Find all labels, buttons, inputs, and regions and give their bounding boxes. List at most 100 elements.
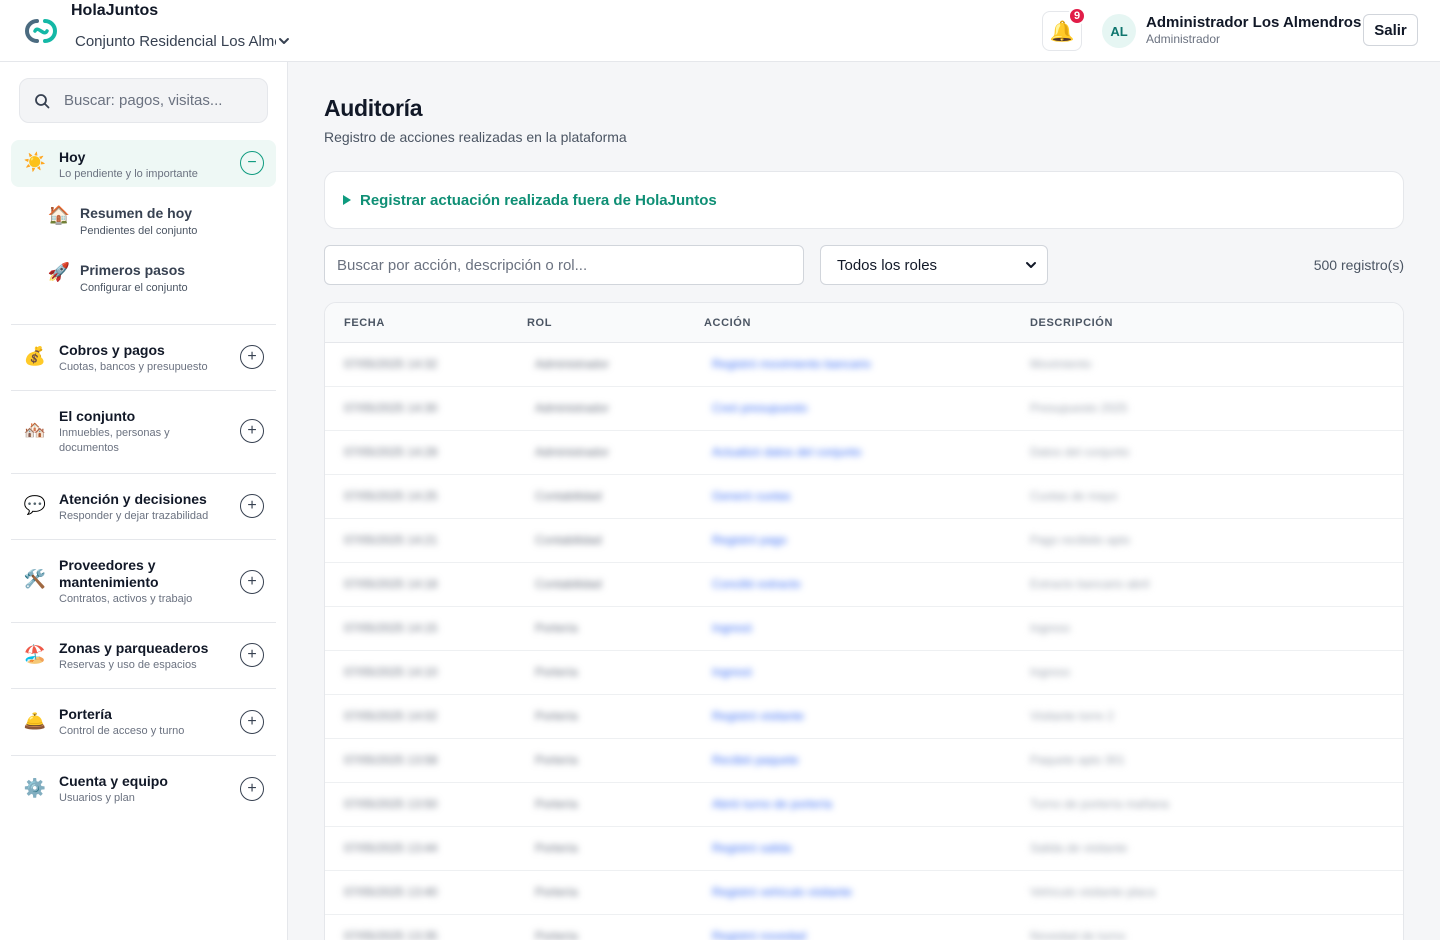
table-header: FECHA ROL ACCIÓN DESCRIPCIÓN [325,303,1403,343]
role-filter-select[interactable]: Todos los roles [820,245,1048,285]
cell-rol: Portería [535,841,578,855]
sidebar-group-atencion-y-decisiones[interactable]: 💬 Atención y decisiones Responder y deja… [11,474,276,539]
collapse-icon[interactable]: − [240,151,264,175]
audit-search-input[interactable] [324,245,804,285]
cell-accion[interactable]: Ingresó [712,621,752,635]
sidebar-item-hoy[interactable]: ☀️ Hoy Lo pendiente y lo importante − [11,140,276,187]
cell-accion[interactable]: Registró novedad [712,929,806,940]
cell-fecha: 07/05/2025 14:30 [344,401,438,415]
sidebar-group-el-conjunto[interactable]: 🏘️ El conjunto Inmuebles, personas y doc… [11,391,276,473]
beach-icon: 🏖️ [23,644,47,664]
holajuntos-logo-icon[interactable] [21,13,61,49]
cell-descripcion: Paquete apto 301 [1030,753,1125,767]
expand-icon[interactable]: + [240,345,264,369]
chevron-down-icon [1026,262,1036,268]
cell-accion[interactable]: Registró pago [712,533,787,547]
cell-descripcion: Presupuesto 2025 [1030,401,1128,415]
sidebar-item-resumen-de-hoy[interactable]: 🏠 Resumen de hoy Pendientes del conjunto [47,205,277,245]
expand-icon[interactable]: + [240,419,264,443]
page-subtitle: Registro de acciones realizadas en la pl… [324,129,627,145]
cell-accion[interactable]: Generó cuotas [712,489,791,503]
cell-accion[interactable]: Registró vehículo visitante [712,885,852,899]
cell-fecha: 07/05/2025 14:18 [344,577,438,591]
cell-accion[interactable]: Abrió turno de portería [712,797,832,811]
sidebar-group-subtitle: Reservas y uso de espacios [59,659,197,671]
sidebar-item-label: Resumen de hoy [80,205,193,221]
register-external-action-label: Registrar actuación realizada fuera de H… [360,191,717,209]
bellhop-icon: 🛎️ [23,711,47,731]
cell-fecha: 07/05/2025 14:25 [344,489,438,503]
logout-button[interactable]: Salir [1363,14,1418,46]
table-row: 07/05/2025 13:50 Portería Abrió turno de p… [325,783,1403,827]
expand-icon[interactable]: + [240,494,264,518]
cell-accion[interactable]: Ingresó [712,665,752,679]
cell-descripcion: Movimiento [1030,357,1092,371]
sidebar-group-title: Zonas y parqueaderos [59,640,209,656]
cell-rol: Contabilidad [535,577,602,591]
table-row: 07/05/2025 14:30 Administrador Creó presup… [325,387,1403,431]
cell-fecha: 07/05/2025 13:44 [344,841,438,855]
sidebar-group-porteria[interactable]: 🛎️ Portería Control de acceso y turno + [11,689,276,755]
sidebar-group-title: Atención y decisiones [59,491,207,507]
sidebar-group-proveedores[interactable]: 🛠️ Proveedores y mantenimiento Contratos… [11,540,276,622]
cell-descripcion: Datos del conjunto [1030,445,1130,459]
search-icon [35,93,50,108]
cell-fecha: 07/05/2025 13:50 [344,797,438,811]
register-external-action-toggle[interactable]: Registrar actuación realizada fuera de H… [324,171,1404,229]
sidebar-group-zonas[interactable]: 🏖️ Zonas y parqueaderos Reservas y uso d… [11,623,276,688]
sidebar-group-cobros-y-pagos[interactable]: 💰 Cobros y pagos Cuotas, bancos y presup… [11,325,276,390]
column-header-fecha: FECHA [344,317,385,329]
cell-accion[interactable]: Concilió extracto [712,577,801,591]
sidebar-group-subtitle: Control de acceso y turno [59,725,185,737]
top-bar: HolaJuntos Conjunto Residencial Los Alme… [0,0,1440,62]
table-row: 07/05/2025 14:32 Administrador Registró mo… [325,343,1403,387]
user-role: Administrador [1146,32,1221,46]
cell-accion[interactable]: Registró visitante [712,709,804,723]
cell-descripcion: Turno de portería mañana [1030,797,1169,811]
sidebar-group-title: Cuenta y equipo [59,773,168,789]
sidebar-search[interactable] [19,78,268,123]
avatar[interactable]: AL [1102,14,1136,48]
sun-icon: ☀️ [23,152,47,172]
expand-icon[interactable]: + [240,643,264,667]
gear-icon: ⚙️ [23,778,47,798]
cell-rol: Administrador [535,357,610,371]
column-header-accion: ACCIÓN [704,317,751,329]
cell-accion[interactable]: Registró movimiento bancario [712,357,871,371]
expand-icon[interactable]: + [240,710,264,734]
cell-descripcion: Pago recibido apto [1030,533,1131,547]
sidebar-group-subtitle: Contratos, activos y trabajo [59,593,193,605]
tools-icon: 🛠️ [23,569,47,589]
cell-fecha: 07/05/2025 14:32 [344,357,438,371]
sidebar-group-subtitle: Inmuebles, personas y documentos [59,427,170,454]
table-row: 07/05/2025 14:02 Portería Registró visitan… [325,695,1403,739]
brand-name: HolaJuntos [71,2,159,19]
cell-rol: Portería [535,709,578,723]
sidebar-item-hoy-title: Hoy [59,149,86,165]
conjunto-selector[interactable]: Conjunto Residencial Los Almendros [75,31,290,51]
houses-icon: 🏘️ [23,420,47,440]
cell-accion[interactable]: Registró salida [712,841,791,855]
expand-icon[interactable]: + [240,570,264,594]
cell-accion[interactable]: Creó presupuesto [712,401,807,415]
table-row: 07/05/2025 13:40 Portería Registró vehícul… [325,871,1403,915]
cell-accion[interactable]: Recibió paquete [712,753,799,767]
cell-fecha: 07/05/2025 14:10 [344,665,438,679]
cell-rol: Portería [535,621,578,635]
table-row: 07/05/2025 13:44 Portería Registró salida S… [325,827,1403,871]
sidebar-item-primeros-pasos[interactable]: 🚀 Primeros pasos Configurar el conjunto [47,262,277,302]
table-row: 07/05/2025 14:28 Administrador Actualizó d… [325,431,1403,475]
role-filter-value: Todos los roles [837,256,938,274]
cell-descripcion: Ingreso [1030,665,1071,679]
cell-accion[interactable]: Actualizó datos del conjunto [712,445,861,459]
notifications-badge: 9 [1068,7,1086,25]
money-bag-icon: 💰 [23,346,47,366]
cell-rol: Portería [535,885,578,899]
expand-icon[interactable]: + [240,777,264,801]
cell-fecha: 07/05/2025 14:02 [344,709,438,723]
sidebar-search-input[interactable] [64,92,264,109]
sidebar-group-title: Portería [59,706,112,722]
cell-rol: Administrador [535,401,610,415]
sidebar-group-cuenta[interactable]: ⚙️ Cuenta y equipo Usuarios y plan + [11,756,276,821]
audit-table: FECHA ROL ACCIÓN DESCRIPCIÓN 07/05/2025 … [324,302,1404,940]
